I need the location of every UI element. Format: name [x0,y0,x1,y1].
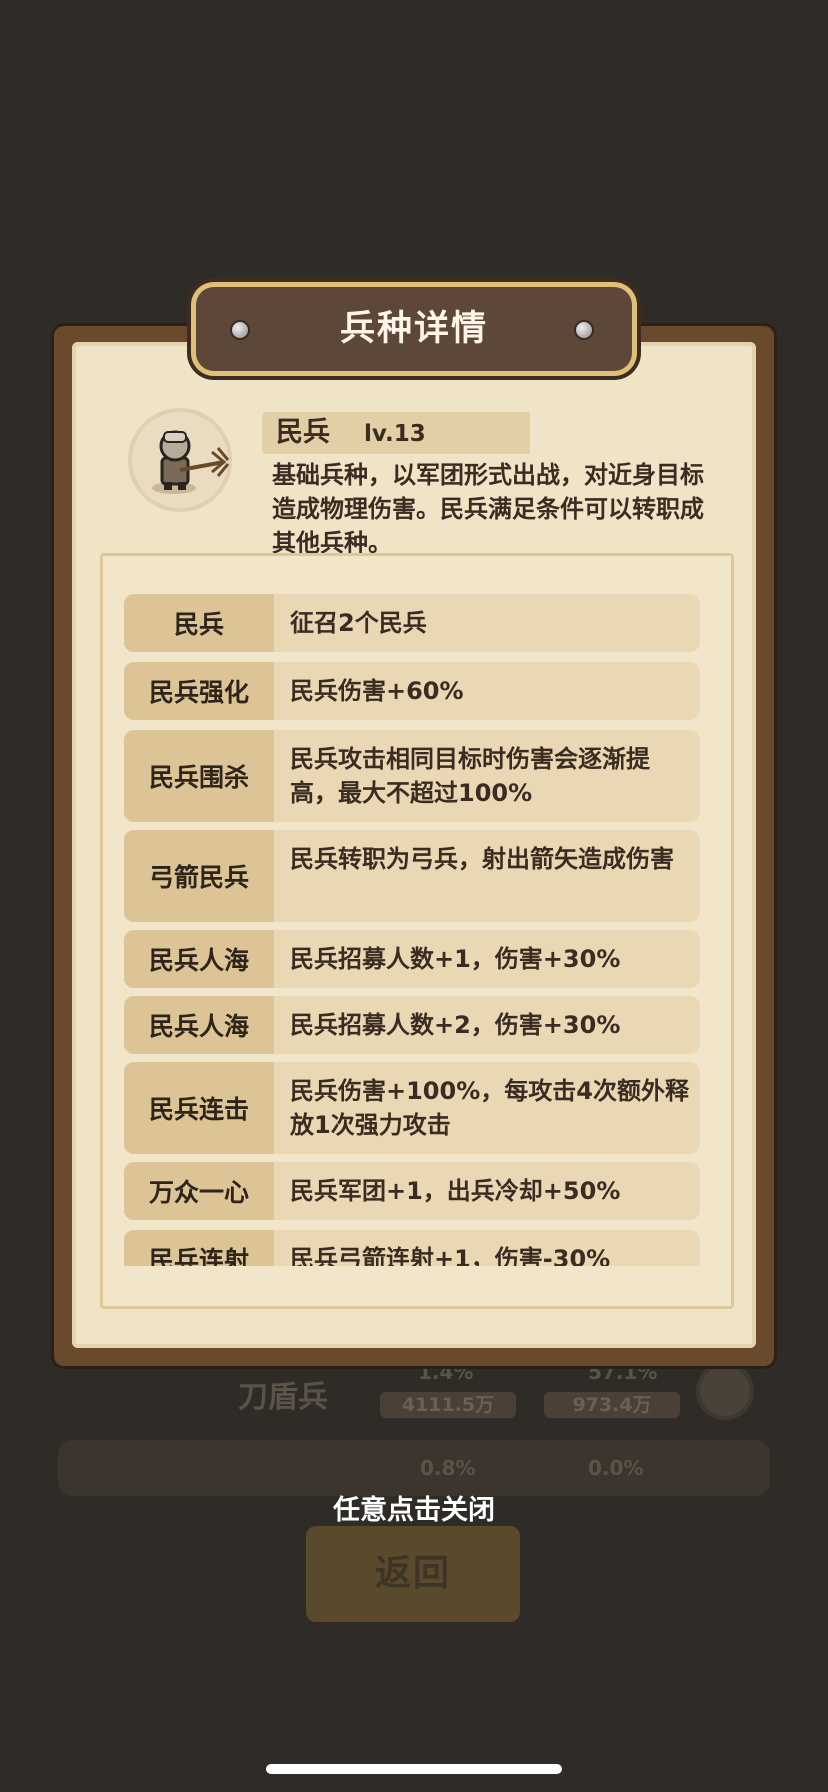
rivet-right-icon [574,320,594,340]
skill-row: 民兵人海 民兵招募人数+1，伤害+30% [124,930,700,988]
skill-desc: 民兵伤害+100%，每攻击4次额外释放1次强力攻击 [290,1077,689,1139]
background-stat-4-pct: 0.0% [588,1456,644,1480]
skill-name: 民兵连射 [124,1230,274,1266]
background-stat-1-value: 4111.5万 [380,1392,516,1418]
skill-name: 民兵连击 [124,1062,274,1154]
militia-unit-icon [152,430,230,494]
skill-name: 民兵 [124,594,274,652]
skill-row: 民兵 征召2个民兵 [124,594,700,652]
skill-desc: 民兵弓箭连射+1，伤害-30% [290,1245,611,1266]
skill-row: 弓箭民兵 民兵转职为弓兵，射出箭矢造成伤害 [124,830,700,922]
unit-description: 基础兵种，以军团形式出战，对近身目标造成物理伤害。民兵满足条件可以转职成其他兵种… [272,461,704,557]
skill-row: 民兵连击 民兵伤害+100%，每攻击4次额外释放1次强力攻击 [124,1062,700,1154]
skill-desc: 民兵转职为弓兵，射出箭矢造成伤害 [290,845,674,873]
skill-row: 民兵连射 民兵弓箭连射+1，伤害-30% [124,1230,700,1266]
home-indicator [266,1764,562,1774]
skill-name: 万众一心 [124,1162,274,1220]
skill-desc: 民兵军团+1，出兵冷却+50% [290,1177,621,1205]
background-unit-name: 刀盾兵 [238,1380,328,1415]
background-stat-3-pct: 0.8% [420,1456,476,1480]
skill-row: 万众一心 民兵军团+1，出兵冷却+50% [124,1162,700,1220]
skill-desc: 民兵招募人数+2，伤害+30% [290,1011,621,1039]
dialog-title: 兵种详情 [339,309,488,349]
skill-row: 民兵人海 民兵招募人数+2，伤害+30% [124,996,700,1054]
skill-desc: 民兵招募人数+1，伤害+30% [290,945,621,973]
skill-desc: 征召2个民兵 [290,609,427,637]
skill-row: 民兵围杀 民兵攻击相同目标时伤害会逐渐提高，最大不超过100% [124,730,700,822]
tap-to-close-hint[interactable]: 任意点击关闭 [0,1488,828,1527]
background-stat-2-value: 973.4万 [544,1392,680,1418]
unit-level: lv.13 [364,421,426,447]
skill-name: 民兵人海 [124,930,274,988]
unit-portrait [128,408,232,512]
background-help-icon [696,1362,754,1420]
skill-name: 民兵围杀 [124,730,274,822]
skill-name: 民兵强化 [124,662,274,720]
skill-list[interactable]: 民兵 征召2个民兵 民兵强化 民兵伤害+60% 民兵围杀 民兵攻击相同目标时伤害… [108,562,722,1266]
rivet-left-icon [230,320,250,340]
skill-name: 弓箭民兵 [124,830,274,922]
background-return-button: 返回 [306,1526,520,1622]
unit-name: 民兵 [276,417,330,448]
skill-row: 民兵强化 民兵伤害+60% [124,662,700,720]
skill-name: 民兵人海 [124,996,274,1054]
skill-desc: 民兵攻击相同目标时伤害会逐渐提高，最大不超过100% [290,745,650,807]
skill-desc: 民兵伤害+60% [290,677,464,705]
